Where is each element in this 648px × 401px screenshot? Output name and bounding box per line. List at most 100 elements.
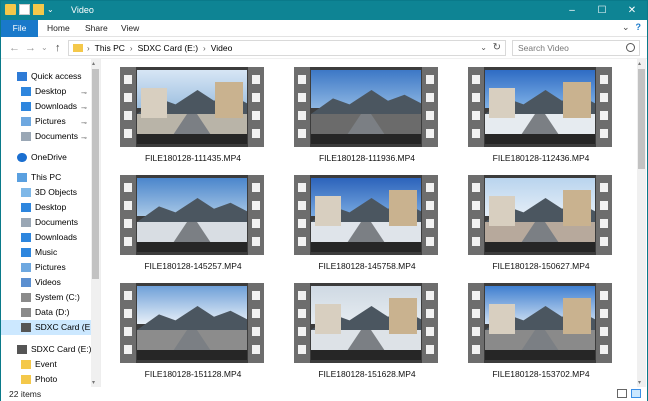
file-view: FILE180128-111435.MP4 FILE180128-111936.M… [102, 59, 637, 387]
minimize-button[interactable]: – [557, 1, 587, 20]
video-file-tile[interactable]: FILE180128-145758.MP4 [288, 169, 446, 279]
large-icons-view-icon[interactable] [631, 389, 641, 398]
nav-item[interactable]: Quick access [1, 69, 91, 84]
nav-item[interactable]: Music [1, 245, 91, 260]
tab-home[interactable]: Home [39, 20, 78, 37]
nav-item-label: This PC [31, 172, 62, 182]
content-scrollbar[interactable]: ▴ ▾ [637, 59, 646, 387]
nav-item[interactable]: Pictures [1, 260, 91, 275]
building [389, 190, 417, 226]
thumbnail-image [485, 70, 595, 144]
tab-share[interactable]: Share [77, 20, 116, 37]
nav-item[interactable]: Downloads [1, 230, 91, 245]
file-name: FILE180128-112436.MP4 [492, 153, 590, 163]
breadcrumb-this-pc[interactable]: This PC [95, 43, 125, 53]
film-hole [124, 75, 132, 84]
nav-item[interactable]: System (C:) [1, 290, 91, 305]
nav-item[interactable]: Documents ⊸ [1, 129, 91, 144]
file-name: FILE180128-145257.MP4 [144, 261, 242, 271]
film-hole [600, 327, 608, 336]
nav-item-label: Music [35, 247, 58, 257]
scroll-up-icon[interactable]: ▴ [92, 60, 95, 67]
video-file-tile[interactable]: FILE180128-112436.MP4 [462, 61, 620, 171]
film-hole [252, 93, 260, 102]
address-dropdown-icon[interactable]: ⌄ [480, 43, 487, 52]
tab-file[interactable]: File [1, 20, 38, 37]
nav-item[interactable]: Desktop ⊸ [1, 84, 91, 99]
nav-item[interactable]: Documents [1, 215, 91, 230]
nav-item[interactable]: Photo [1, 372, 91, 387]
nav-item[interactable]: Desktop [1, 200, 91, 215]
film-hole [124, 93, 132, 102]
details-view-icon[interactable] [617, 389, 627, 398]
film-hole [298, 201, 306, 210]
search-input[interactable]: Search Video [512, 40, 640, 56]
recent-locations-button[interactable]: ⌄ [41, 41, 48, 55]
folder-icon [21, 375, 31, 384]
nav-item-label: 3D Objects [35, 187, 78, 197]
nav-item[interactable]: 3D Objects [1, 185, 91, 200]
film-strip-perforation [294, 175, 310, 255]
film-hole [426, 309, 434, 318]
nav-item[interactable]: SDXC Card (E:) [1, 320, 95, 335]
star-icon [17, 72, 27, 81]
video-thumbnail [468, 283, 612, 363]
video-file-tile[interactable]: FILE180128-111435.MP4 [114, 61, 272, 171]
film-hole [600, 93, 608, 102]
nav-item[interactable]: Videos [1, 275, 91, 290]
properties-icon[interactable] [19, 4, 30, 15]
close-button[interactable]: ✕ [617, 1, 647, 20]
film-hole [600, 75, 608, 84]
tab-view[interactable]: View [113, 20, 147, 37]
breadcrumb-sdxc-card[interactable]: SDXC Card (E:) [138, 43, 198, 53]
up-button[interactable]: ↑ [55, 41, 61, 55]
thumbnail-image [311, 286, 421, 360]
nav-scrollbar[interactable]: ▴ ▾ [91, 59, 100, 387]
video-file-tile[interactable]: FILE180128-145257.MP4 [114, 169, 272, 279]
video-file-tile[interactable]: FILE180128-151628.MP4 [288, 277, 446, 387]
nav-scroll-thumb[interactable] [92, 69, 99, 279]
film-hole [124, 291, 132, 300]
nav-item[interactable]: This PC [1, 170, 91, 185]
nav-item[interactable]: Downloads ⊸ [1, 99, 91, 114]
film-hole [124, 345, 132, 354]
video-file-tile[interactable]: FILE180128-150627.MP4 [462, 169, 620, 279]
film-hole [124, 327, 132, 336]
address-box[interactable]: › This PC › SDXC Card (E:) › Video ⌄ ↻ [68, 40, 506, 56]
film-strip-perforation [422, 283, 438, 363]
expand-ribbon-icon[interactable]: ⌄ [622, 22, 630, 33]
thumbnail-image [311, 178, 421, 252]
customize-chevron-icon[interactable]: ⌄ [47, 5, 54, 14]
content-scroll-thumb[interactable] [638, 69, 645, 169]
sd-card-icon [21, 323, 31, 332]
nav-item[interactable]: Data (D:) [1, 305, 91, 320]
file-name: FILE180128-153702.MP4 [492, 369, 590, 379]
video-thumbnail [468, 67, 612, 147]
folder-icon [21, 360, 31, 369]
video-file-tile[interactable]: FILE180128-151128.MP4 [114, 277, 272, 387]
maximize-button[interactable]: ☐ [587, 1, 617, 20]
film-hole [124, 111, 132, 120]
nav-item[interactable]: Event [1, 357, 91, 372]
drive-icon [21, 308, 31, 317]
nav-item-label: Videos [35, 277, 61, 287]
video-file-tile[interactable]: FILE180128-153702.MP4 [462, 277, 620, 387]
film-hole [124, 219, 132, 228]
scroll-down-icon[interactable]: ▾ [638, 379, 641, 386]
nav-item[interactable]: SDXC Card (E:) [1, 342, 91, 357]
film-strip-perforation [120, 67, 136, 147]
forward-button[interactable]: → [25, 41, 36, 55]
video-file-tile[interactable]: FILE180128-111936.MP4 [288, 61, 446, 171]
film-strip-perforation [468, 67, 484, 147]
help-icon[interactable]: ? [636, 22, 642, 33]
back-button[interactable]: ← [9, 41, 20, 55]
new-folder-icon[interactable] [33, 4, 44, 15]
film-strip-perforation [120, 175, 136, 255]
nav-item[interactable]: Pictures ⊸ [1, 114, 91, 129]
breadcrumb-video[interactable]: Video [211, 43, 233, 53]
refresh-icon[interactable]: ↻ [493, 42, 501, 53]
film-strip-perforation [596, 67, 612, 147]
scroll-down-icon[interactable]: ▾ [92, 379, 95, 386]
nav-item[interactable]: OneDrive [1, 150, 91, 165]
scroll-up-icon[interactable]: ▴ [638, 60, 641, 67]
